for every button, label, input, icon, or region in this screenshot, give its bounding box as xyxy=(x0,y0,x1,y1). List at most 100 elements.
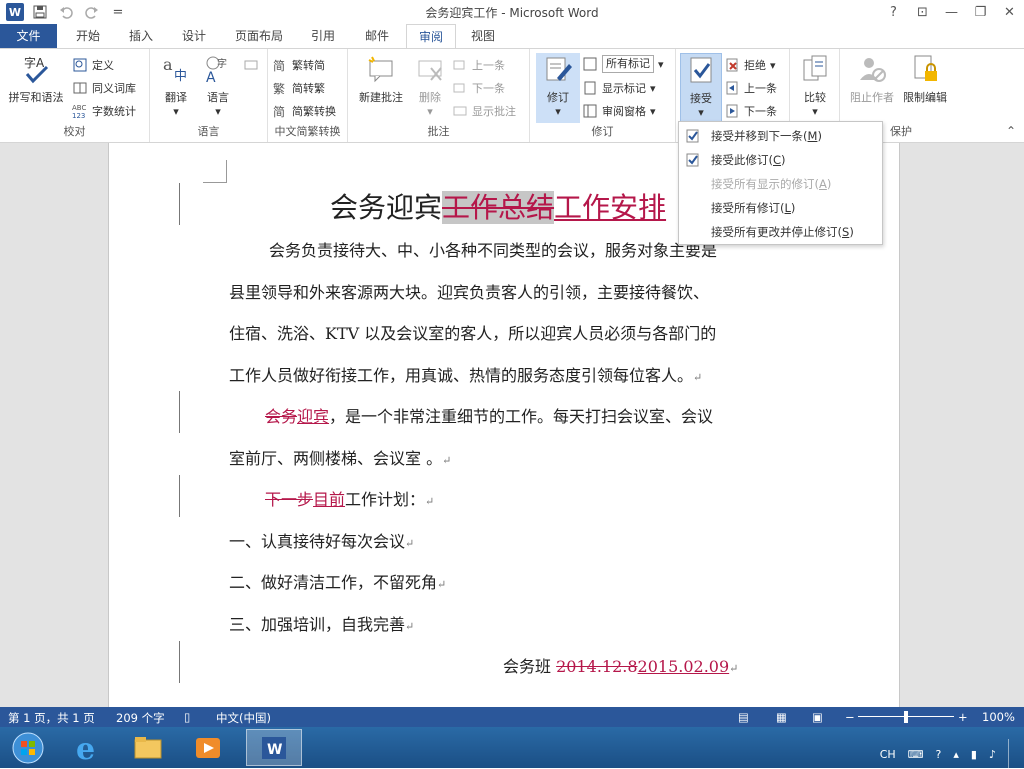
define-button[interactable]: 定义 xyxy=(72,55,114,75)
tab-mailings[interactable]: 邮件 xyxy=(352,24,402,48)
internet-explorer-icon[interactable]: e xyxy=(60,729,116,766)
svg-text:中: 中 xyxy=(174,69,187,84)
show-markup-button[interactable]: 显示标记 ▾ xyxy=(582,78,656,98)
menu-item-accept-all[interactable]: 接受所有修订(L) xyxy=(679,196,882,220)
deleted-text: 会务 xyxy=(265,407,298,426)
keyboard-icon[interactable]: ⌨ xyxy=(908,748,924,761)
tab-insert[interactable]: 插入 xyxy=(116,24,166,48)
tab-design[interactable]: 设计 xyxy=(168,24,220,48)
language-extra-icon[interactable] xyxy=(244,55,258,75)
svg-text:a: a xyxy=(163,55,173,74)
crop-mark xyxy=(203,160,227,183)
convert-button[interactable]: 简简繁转换 xyxy=(272,101,336,121)
restore-button[interactable]: ❐ xyxy=(966,0,995,24)
collapse-ribbon-icon[interactable]: ⌃ xyxy=(1006,124,1016,138)
tab-review[interactable]: 审阅 xyxy=(406,24,456,49)
menu-item-accept-all-stop[interactable]: 接受所有更改并停止修订(S) xyxy=(679,220,882,244)
print-layout-icon[interactable]: ▦ xyxy=(776,710,787,724)
thesaurus-button[interactable]: 同义词库 xyxy=(72,78,136,98)
spell-check-icon: 字A xyxy=(20,53,52,85)
network-icon[interactable]: ▮ xyxy=(971,748,977,761)
web-layout-icon[interactable]: ▣ xyxy=(812,710,823,724)
block-authors-button[interactable]: 阻止作者 xyxy=(846,53,898,105)
previous-change-icon xyxy=(724,80,740,96)
proofing-status-icon[interactable]: ▯ xyxy=(184,710,190,724)
menu-item-accept-this[interactable]: 接受此修订(C) xyxy=(679,148,882,172)
restrict-editing-button[interactable]: 限制编辑 xyxy=(898,53,952,105)
inserted-text: 目前 xyxy=(313,490,346,509)
status-bar: 第 1 页，共 1 页 209 个字 ▯ 中文(中国) ▤ ▦ ▣ − + 10… xyxy=(0,707,1024,727)
delete-comment-button[interactable]: 删除 ▾ xyxy=(410,53,450,118)
language-icon: 字A xyxy=(202,53,234,85)
zoom-in-button[interactable]: + xyxy=(958,710,968,724)
svg-text:简: 简 xyxy=(273,105,285,118)
track-changes-button[interactable]: 修订 ▾ xyxy=(536,53,580,123)
inserted-text: 迎宾 xyxy=(297,407,330,426)
simplified-to-traditional-button[interactable]: 繁简转繁 xyxy=(272,78,325,98)
menu-item-accept-and-move[interactable]: 接受并移到下一条(M) xyxy=(679,124,882,148)
tab-file[interactable]: 文件 xyxy=(0,24,57,48)
translate-button[interactable]: a中 翻译 ▾ xyxy=(156,53,196,118)
reject-button[interactable]: 拒绝 ▾ xyxy=(724,55,776,75)
window-title: 会务迎宾工作 - Microsoft Word xyxy=(425,6,599,20)
compare-icon xyxy=(799,53,831,85)
language-button[interactable]: 字A 语言 ▾ xyxy=(198,53,238,118)
convert-icon: 简 xyxy=(272,103,288,119)
traditional-to-simplified-button[interactable]: 简繁转简 xyxy=(272,55,325,75)
protect-group-label: 保护 xyxy=(890,125,912,138)
deleted-text: 工作总结 xyxy=(442,191,555,224)
paragraph-line: 县里领导和外来客源两大块。迎宾负责客人的引领，主要接待餐饮、 xyxy=(229,283,710,302)
word-count-icon: ABC 123 xyxy=(72,103,88,119)
group-comments: 新建批注 删除 ▾ 上一条 下一条 显示批注 批注 xyxy=(348,49,530,142)
system-tray: CH ⌨ ? ▴ ▮ ♪ xyxy=(880,739,1018,769)
show-comments-button[interactable]: 显示批注 xyxy=(452,101,516,121)
help-tray-icon[interactable]: ? xyxy=(936,748,942,761)
minimize-button[interactable]: — xyxy=(937,0,966,24)
read-mode-icon[interactable]: ▤ xyxy=(738,710,749,724)
previous-change-button[interactable]: 上一条 xyxy=(724,78,777,98)
group-tracking: 修订 ▾ 所有标记 ▾ 显示标记 ▾ 审阅窗格 ▾ 修订 xyxy=(530,49,676,142)
language-status[interactable]: 中文(中国) xyxy=(216,710,271,726)
ribbon-tabs: 文件 开始 插入 设计 页面布局 引用 邮件 审阅 视图 登录 xyxy=(0,24,1024,66)
new-comment-button[interactable]: 新建批注 xyxy=(354,53,408,105)
change-bar xyxy=(179,183,180,225)
menu-item-accept-all-shown[interactable]: 接受所有显示的修订(A) xyxy=(679,172,882,196)
tab-references[interactable]: 引用 xyxy=(298,24,348,48)
tab-home[interactable]: 开始 xyxy=(62,24,114,48)
zoom-out-button[interactable]: − xyxy=(845,710,855,724)
help-button[interactable]: ? xyxy=(879,0,908,24)
tray-arrow-icon[interactable]: ▴ xyxy=(953,748,959,761)
page-count[interactable]: 第 1 页，共 1 页 xyxy=(8,710,95,726)
svg-text:A: A xyxy=(206,70,216,84)
input-language[interactable]: CH xyxy=(880,748,896,761)
list-item: 二、做好清洁工作，不留死角↵ xyxy=(229,573,447,592)
media-player-icon[interactable] xyxy=(180,729,236,766)
volume-icon[interactable]: ♪ xyxy=(989,748,996,761)
trad-to-simp-icon: 简 xyxy=(272,57,288,73)
zoom-slider-thumb[interactable] xyxy=(904,711,908,723)
word-count-button[interactable]: ABC 123 字数统计 xyxy=(72,101,136,121)
ribbon-display-button[interactable]: ⊡ xyxy=(908,0,937,24)
file-explorer-icon[interactable] xyxy=(120,729,176,766)
next-comment-button[interactable]: 下一条 xyxy=(452,78,505,98)
show-desktop-button[interactable] xyxy=(1008,739,1018,769)
markup-view-select[interactable]: 所有标记 ▾ xyxy=(582,54,664,74)
next-change-icon xyxy=(724,103,740,119)
tab-layout[interactable]: 页面布局 xyxy=(226,24,292,48)
accept-dropdown-menu: 接受并移到下一条(M) 接受此修订(C) 接受所有显示的修订(A) 接受所有修订… xyxy=(678,121,883,245)
tab-view[interactable]: 视图 xyxy=(460,24,506,48)
previous-comment-button[interactable]: 上一条 xyxy=(452,55,505,75)
reviewing-pane-icon xyxy=(582,103,598,119)
close-button[interactable]: ✕ xyxy=(995,0,1024,24)
word-count[interactable]: 209 个字 xyxy=(116,710,165,726)
start-button[interactable] xyxy=(0,729,56,766)
reviewing-pane-button[interactable]: 审阅窗格 ▾ xyxy=(582,101,656,121)
spelling-grammar-button[interactable]: 字A 拼写和语法 xyxy=(4,53,68,105)
inserted-text: 工作安排 xyxy=(554,191,667,224)
compare-button[interactable]: 比较 ▾ xyxy=(794,53,836,118)
word-taskbar-icon[interactable]: W xyxy=(246,729,302,766)
zoom-level[interactable]: 100% xyxy=(982,710,1015,724)
accept-button[interactable]: 接受 ▾ xyxy=(680,53,722,123)
track-changes-icon xyxy=(542,53,574,85)
next-change-button[interactable]: 下一条 xyxy=(724,101,777,121)
